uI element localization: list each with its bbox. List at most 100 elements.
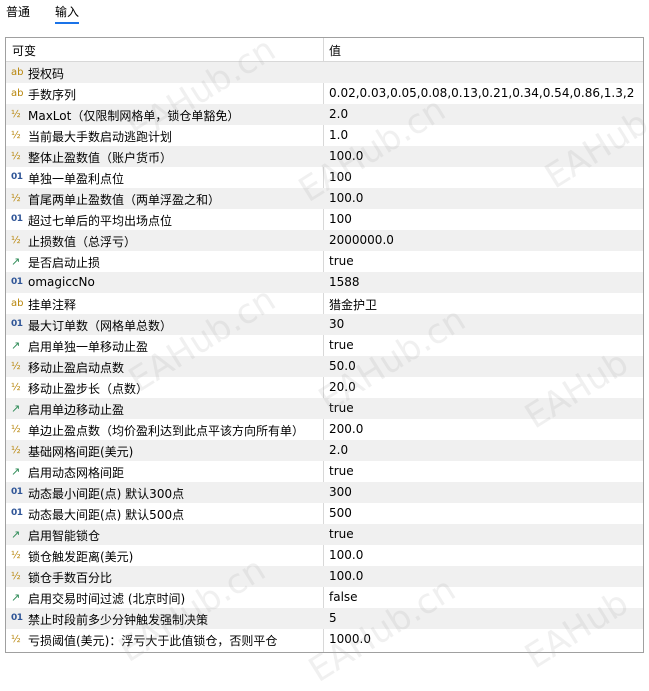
parameter-row[interactable]: ½ 锁仓触发距离(美元) 100.0 bbox=[6, 545, 643, 566]
parameter-row[interactable]: ↗ 启用智能锁仓 true bbox=[6, 524, 643, 545]
parameter-row[interactable]: ½ 止损数值（总浮亏） 2000000.0 bbox=[6, 230, 643, 251]
double-type-icon: ½ bbox=[11, 424, 21, 435]
parameter-value[interactable]: 100.0 bbox=[329, 191, 363, 205]
parameter-value[interactable]: 100.0 bbox=[329, 548, 363, 562]
parameter-row[interactable]: ab 手数序列 0.02,0.03,0.05,0.08,0.13,0.21,0.34… bbox=[6, 83, 643, 104]
parameter-row[interactable]: ab 授权码 bbox=[6, 62, 643, 83]
parameter-name: 最大订单数（网格单总数） bbox=[28, 319, 173, 333]
int-type-icon: 01 bbox=[11, 508, 23, 518]
parameter-row[interactable]: 01 动态最小间距(点) 默认300点 300 bbox=[6, 482, 643, 503]
parameter-name: 动态最小间距(点) 默认300点 bbox=[28, 487, 185, 501]
parameter-value[interactable]: 500 bbox=[329, 506, 352, 520]
parameter-value[interactable]: true bbox=[329, 338, 354, 352]
parameter-row[interactable]: 01 最大订单数（网格单总数） 30 bbox=[6, 314, 643, 335]
parameter-row[interactable]: ↗ 是否启动止损 true bbox=[6, 251, 643, 272]
parameter-value[interactable]: true bbox=[329, 527, 354, 541]
column-header-value[interactable]: 值 bbox=[329, 42, 341, 59]
parameter-name: 止损数值（总浮亏） bbox=[28, 235, 137, 249]
parameter-row[interactable]: ↗ 启用单独一单移动止盈 true bbox=[6, 335, 643, 356]
parameter-row[interactable]: ½ 首尾两单止盈数值（两单浮盈之和） 100.0 bbox=[6, 188, 643, 209]
parameter-row[interactable]: ½ 亏损阈值(美元)：浮亏大于此值锁仓，否则平仓 1000.0 bbox=[6, 629, 643, 650]
parameter-value[interactable]: 1000.0 bbox=[329, 632, 371, 646]
parameter-name: 移动止盈步长（点数） bbox=[28, 382, 149, 396]
parameter-value[interactable]: 100 bbox=[329, 170, 352, 184]
parameter-name: 挂单注释 bbox=[28, 298, 77, 312]
parameter-name: 基础网格间距(美元) bbox=[28, 445, 134, 459]
parameter-row[interactable]: ↗ 启用动态网格间距 true bbox=[6, 461, 643, 482]
parameter-value[interactable]: 1.0 bbox=[329, 128, 348, 142]
parameter-row[interactable]: ½ 当前最大手数启动逃跑计划 1.0 bbox=[6, 125, 643, 146]
int-type-icon: 01 bbox=[11, 214, 23, 224]
double-type-icon: ½ bbox=[11, 235, 21, 246]
parameter-value[interactable]: true bbox=[329, 254, 354, 268]
inputs-grid: 可变 值 ab 授权码 ab 手数序列 0.02,0.03,0.05,0.08,0.13… bbox=[5, 37, 644, 653]
grid-header: 可变 值 bbox=[6, 38, 643, 62]
parameter-row[interactable]: 01 禁止时段前多少分钟触发强制决策 5 bbox=[6, 608, 643, 629]
parameter-row[interactable]: ½ 整体止盈数值（账户货币） 100.0 bbox=[6, 146, 643, 167]
parameter-name: 启用智能锁仓 bbox=[28, 529, 101, 543]
parameter-row[interactable]: ½ 锁仓手数百分比 100.0 bbox=[6, 566, 643, 587]
column-header-variable[interactable]: 可变 bbox=[12, 42, 36, 59]
double-type-icon: ½ bbox=[11, 109, 21, 120]
tab-inputs[interactable]: 输入 bbox=[55, 4, 80, 24]
parameter-row[interactable]: ↗ 启用单边移动止盈 true bbox=[6, 398, 643, 419]
parameter-row[interactable]: ↗ 启用交易时间过滤 (北京时间) false bbox=[6, 587, 643, 608]
parameter-row[interactable]: 01 动态最大间距(点) 默认500点 500 bbox=[6, 503, 643, 524]
parameter-row[interactable]: ½ MaxLot（仅限制网格单，锁仓单豁免） 2.0 bbox=[6, 104, 643, 125]
double-type-icon: ½ bbox=[11, 571, 21, 582]
parameter-row[interactable]: ab 挂单注释 猎金护卫 bbox=[6, 293, 643, 314]
double-type-icon: ½ bbox=[11, 193, 21, 204]
parameter-value[interactable]: 30 bbox=[329, 317, 344, 331]
parameter-name: 启用交易时间过滤 (北京时间) bbox=[28, 592, 186, 606]
parameter-value[interactable]: 100.0 bbox=[329, 569, 363, 583]
parameter-row[interactable]: ½ 基础网格间距(美元) 2.0 bbox=[6, 440, 643, 461]
parameter-row[interactable]: ½ 移动止盈步长（点数） 20.0 bbox=[6, 377, 643, 398]
parameter-value[interactable]: 100.0 bbox=[329, 149, 363, 163]
parameter-value[interactable]: 300 bbox=[329, 485, 352, 499]
parameter-row[interactable]: ½ 单边止盈点数（均价盈利达到此点平该方向所有单） 200.0 bbox=[6, 419, 643, 440]
parameter-name: 手数序列 bbox=[28, 88, 77, 102]
int-type-icon: 01 bbox=[11, 613, 23, 623]
parameter-value[interactable]: 2000000.0 bbox=[329, 233, 394, 247]
parameter-name: 动态最大间距(点) 默认500点 bbox=[28, 508, 185, 522]
parameter-row[interactable]: 01 单独一单盈利点位 100 bbox=[6, 167, 643, 188]
parameter-value[interactable]: 猎金护卫 bbox=[329, 296, 377, 313]
parameter-name: 亏损阈值(美元)：浮亏大于此值锁仓，否则平仓 bbox=[28, 634, 278, 648]
double-type-icon: ½ bbox=[11, 130, 21, 141]
parameter-value[interactable]: 0.02,0.03,0.05,0.08,0.13,0.21,0.34,0.54,… bbox=[329, 86, 634, 100]
double-type-icon: ½ bbox=[11, 361, 21, 372]
parameter-value[interactable]: true bbox=[329, 464, 354, 478]
parameter-value[interactable]: true bbox=[329, 401, 354, 415]
parameter-value[interactable]: 20.0 bbox=[329, 380, 356, 394]
parameter-name: 移动止盈启动点数 bbox=[28, 361, 125, 375]
parameter-name: 启用单独一单移动止盈 bbox=[28, 340, 149, 354]
parameter-name: 授权码 bbox=[28, 67, 65, 81]
parameter-value[interactable]: 2.0 bbox=[329, 443, 348, 457]
parameter-value[interactable]: 5 bbox=[329, 611, 337, 625]
parameter-name: 是否启动止损 bbox=[28, 256, 101, 270]
parameter-name: 锁仓触发距离(美元) bbox=[28, 550, 134, 564]
parameter-value[interactable]: 1588 bbox=[329, 275, 360, 289]
parameter-value[interactable]: 200.0 bbox=[329, 422, 363, 436]
parameter-name: 首尾两单止盈数值（两单浮盈之和） bbox=[28, 193, 221, 207]
parameter-value[interactable]: false bbox=[329, 590, 358, 604]
parameter-value[interactable]: 100 bbox=[329, 212, 352, 226]
bool-type-icon: ↗ bbox=[11, 591, 21, 604]
parameter-name: 超过七单后的平均出场点位 bbox=[28, 214, 173, 228]
int-type-icon: 01 bbox=[11, 277, 23, 287]
tab-common[interactable]: 普通 bbox=[6, 4, 30, 20]
bool-type-icon: ↗ bbox=[11, 402, 21, 415]
tab-bar: 普通 输入 bbox=[0, 0, 649, 30]
grid-rows: ab 授权码 ab 手数序列 0.02,0.03,0.05,0.08,0.13,0.21… bbox=[6, 62, 643, 650]
parameter-value[interactable]: 50.0 bbox=[329, 359, 356, 373]
int-type-icon: 01 bbox=[11, 487, 23, 497]
parameter-value[interactable]: 2.0 bbox=[329, 107, 348, 121]
double-type-icon: ½ bbox=[11, 445, 21, 456]
parameter-row[interactable]: 01 超过七单后的平均出场点位 100 bbox=[6, 209, 643, 230]
parameter-name: 当前最大手数启动逃跑计划 bbox=[28, 130, 173, 144]
parameter-name: 单边止盈点数（均价盈利达到此点平该方向所有单） bbox=[28, 424, 305, 438]
double-type-icon: ½ bbox=[11, 550, 21, 561]
parameter-row[interactable]: ½ 移动止盈启动点数 50.0 bbox=[6, 356, 643, 377]
bool-type-icon: ↗ bbox=[11, 528, 21, 541]
parameter-row[interactable]: 01 omagiccNo 1588 bbox=[6, 272, 643, 293]
